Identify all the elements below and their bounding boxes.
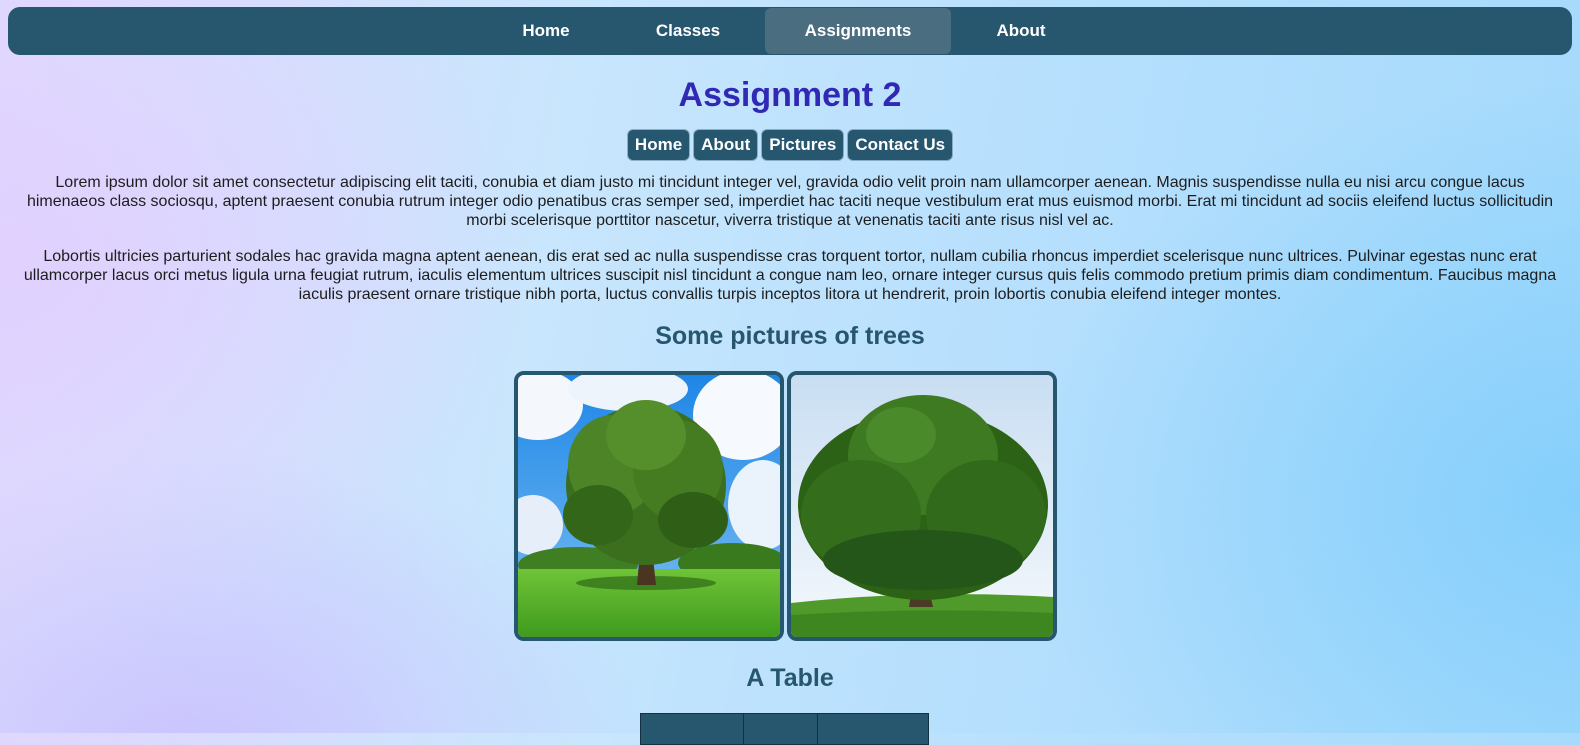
second-paragraph: Lobortis ultricies parturient sodales ha… [23,248,1557,303]
top-nav-bar: Home Classes Assignments About [8,7,1572,55]
sub-nav-about-button[interactable]: About [694,130,758,160]
tree-gallery [514,371,1057,641]
data-table [640,713,929,745]
tree-photo-1 [514,371,784,641]
page-title: Assignment 2 [678,76,902,114]
table-cell [640,713,744,745]
table-cell [743,713,818,745]
sub-nav: Home About Pictures Contact Us [0,130,1580,160]
sub-nav-home-button[interactable]: Home [627,130,690,160]
sub-nav-contact-button[interactable]: Contact Us [848,130,953,160]
top-nav-home[interactable]: Home [502,8,590,54]
tree-photo-2-image [791,375,1053,637]
tree-photo-2 [787,371,1057,641]
top-nav-about[interactable]: About [972,8,1070,54]
tree-photo-1-image [518,375,780,637]
top-nav-classes[interactable]: Classes [632,8,744,54]
table-row [640,713,929,745]
sub-nav-pictures-button[interactable]: Pictures [762,130,844,160]
top-nav-assignments[interactable]: Assignments [765,8,951,54]
trees-heading: Some pictures of trees [655,322,925,350]
table-heading: A Table [746,664,834,692]
table-cell [817,713,929,745]
intro-paragraph: Lorem ipsum dolor sit amet consectetur a… [26,174,1554,229]
